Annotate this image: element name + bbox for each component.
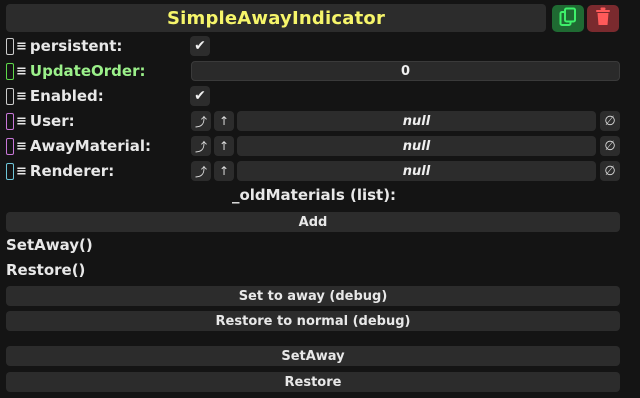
open-inspector-button[interactable]: ↑: [214, 161, 234, 181]
field-label-renderer: ≡ Renderer:: [6, 160, 114, 182]
type-indicator-icon: [6, 112, 14, 130]
restore-button[interactable]: Restore: [6, 372, 620, 392]
duplicate-icon: [559, 7, 577, 31]
field-row-update-order: ≡ UpdateOrder: 0: [0, 60, 640, 82]
field-label-update-order: ≡ UpdateOrder:: [6, 60, 145, 82]
drag-handle-icon[interactable]: ≡: [16, 114, 27, 129]
jump-to-reference-button[interactable]: ⤴: [191, 136, 211, 156]
field-row-renderer: ≡ Renderer: ⤴ ↑ null ∅: [0, 160, 640, 182]
add-list-item-button[interactable]: Add: [6, 212, 620, 232]
set-away-debug-button[interactable]: Set to away (debug): [6, 286, 620, 306]
field-row-away-material: ≡ AwayMaterial: ⤴ ↑ null ∅: [0, 135, 640, 157]
drag-handle-icon[interactable]: ≡: [16, 64, 27, 79]
clear-reference-button[interactable]: ∅: [600, 161, 620, 181]
field-label-persistent: ≡ persistent:: [6, 35, 122, 57]
component-header: SimpleAwayIndicator: [6, 4, 546, 32]
open-inspector-button[interactable]: ↑: [214, 111, 234, 131]
away-material-reference-field[interactable]: null: [237, 136, 596, 156]
drag-handle-icon[interactable]: ≡: [16, 139, 27, 154]
field-row-enabled: ≡ Enabled: ✔: [0, 85, 640, 107]
type-indicator-icon: [6, 62, 14, 80]
method-label-restore: Restore(): [6, 261, 86, 279]
clear-icon: ∅: [604, 138, 616, 154]
drag-handle-icon[interactable]: ≡: [16, 39, 27, 54]
open-inspector-button[interactable]: ↑: [214, 136, 234, 156]
clear-reference-button[interactable]: ∅: [600, 136, 620, 156]
checkmark-icon: ✔: [194, 38, 206, 54]
delete-button[interactable]: [587, 5, 619, 32]
type-indicator-icon: [6, 87, 14, 105]
clear-reference-button[interactable]: ∅: [600, 111, 620, 131]
set-away-button[interactable]: SetAway: [6, 346, 620, 366]
field-label-user: ≡ User:: [6, 110, 75, 132]
clear-icon: ∅: [604, 163, 616, 179]
field-label-away-material: ≡ AwayMaterial:: [6, 135, 151, 157]
jump-to-reference-button[interactable]: ⤴: [191, 111, 211, 131]
trash-icon: [595, 7, 611, 30]
arrow-up-icon: ↑: [218, 164, 230, 178]
enabled-checkbox[interactable]: ✔: [190, 86, 210, 106]
method-label-set-away: SetAway(): [6, 236, 93, 254]
drag-handle-icon[interactable]: ≡: [16, 89, 27, 104]
old-materials-list-title: _oldMaterials (list):: [231, 186, 397, 204]
jump-icon: ⤴: [194, 114, 207, 129]
field-row-persistent: ≡ persistent: ✔: [0, 35, 640, 57]
type-indicator-icon: [6, 137, 14, 155]
jump-icon: ⤴: [194, 139, 207, 154]
persistent-checkbox[interactable]: ✔: [190, 36, 210, 56]
type-indicator-icon: [6, 162, 14, 180]
checkmark-icon: ✔: [194, 88, 206, 104]
component-title: SimpleAwayIndicator: [166, 7, 386, 29]
renderer-reference-field[interactable]: null: [237, 161, 596, 181]
drag-handle-icon[interactable]: ≡: [16, 164, 27, 179]
field-label-enabled: ≡ Enabled:: [6, 85, 104, 107]
restore-debug-button[interactable]: Restore to normal (debug): [6, 311, 620, 331]
arrow-up-icon: ↑: [218, 114, 230, 128]
jump-icon: ⤴: [194, 164, 207, 179]
jump-to-reference-button[interactable]: ⤴: [191, 161, 211, 181]
field-row-user: ≡ User: ⤴ ↑ null ∅: [0, 110, 640, 132]
update-order-input[interactable]: 0: [191, 61, 620, 81]
arrow-up-icon: ↑: [218, 139, 230, 153]
clear-icon: ∅: [604, 113, 616, 129]
user-reference-field[interactable]: null: [237, 111, 596, 131]
type-indicator-icon: [6, 37, 14, 55]
duplicate-button[interactable]: [552, 5, 584, 32]
